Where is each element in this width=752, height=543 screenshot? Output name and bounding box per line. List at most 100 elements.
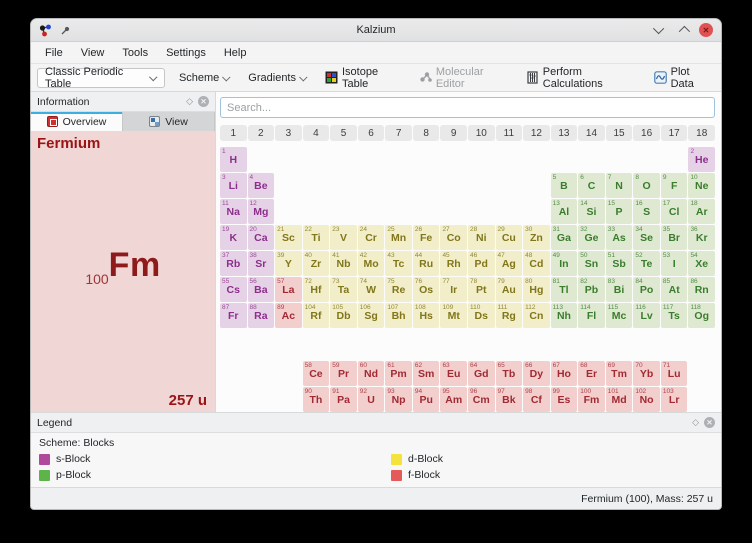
gradients-dropdown[interactable]: Gradients [244,70,311,86]
element-cell-F[interactable]: 9F [661,173,688,198]
element-cell-V[interactable]: 23V [330,225,357,250]
element-cell-Lr[interactable]: 103Lr [661,387,688,412]
element-cell-Sr[interactable]: 38Sr [248,251,275,276]
element-cell-Ts[interactable]: 117Ts [661,303,688,328]
element-cell-In[interactable]: 49In [551,251,578,276]
tab-view[interactable]: View [123,112,215,131]
element-cell-Mt[interactable]: 109Mt [440,303,467,328]
element-cell-Br[interactable]: 35Br [661,225,688,250]
element-cell-Sm[interactable]: 62Sm [413,361,440,386]
element-cell-Sn[interactable]: 50Sn [578,251,605,276]
element-cell-Pd[interactable]: 46Pd [468,251,495,276]
element-cell-Ag[interactable]: 47Ag [496,251,523,276]
element-cell-Mo[interactable]: 42Mo [358,251,385,276]
element-cell-I[interactable]: 53I [661,251,688,276]
element-cell-Rn[interactable]: 86Rn [688,277,715,302]
element-cell-Re[interactable]: 75Re [385,277,412,302]
element-cell-Np[interactable]: 93Np [385,387,412,412]
element-cell-Ni[interactable]: 28Ni [468,225,495,250]
element-cell-Cd[interactable]: 48Cd [523,251,550,276]
element-cell-Fl[interactable]: 114Fl [578,303,605,328]
element-cell-Be[interactable]: 4Be [248,173,275,198]
element-cell-Sb[interactable]: 51Sb [606,251,633,276]
element-cell-Se[interactable]: 34Se [633,225,660,250]
element-cell-Lu[interactable]: 71Lu [661,361,688,386]
element-cell-Ds[interactable]: 110Ds [468,303,495,328]
element-cell-C[interactable]: 6C [578,173,605,198]
isotope-table-button[interactable]: Isotope Table [321,64,405,92]
element-cell-Mc[interactable]: 115Mc [606,303,633,328]
element-cell-Co[interactable]: 27Co [440,225,467,250]
close-button[interactable]: ✕ [699,23,713,37]
menu-item-help[interactable]: Help [216,45,255,61]
element-cell-H[interactable]: 1H [220,147,247,172]
element-cell-Zr[interactable]: 40Zr [303,251,330,276]
element-cell-Yb[interactable]: 70Yb [633,361,660,386]
element-cell-Hf[interactable]: 72Hf [303,277,330,302]
scheme-dropdown[interactable]: Scheme [175,70,234,86]
menu-item-tools[interactable]: Tools [114,45,156,61]
element-cell-Pb[interactable]: 82Pb [578,277,605,302]
element-cell-Ga[interactable]: 31Ga [551,225,578,250]
element-cell-Cm[interactable]: 96Cm [468,387,495,412]
element-cell-Pt[interactable]: 78Pt [468,277,495,302]
element-cell-Nd[interactable]: 60Nd [358,361,385,386]
element-cell-Md[interactable]: 101Md [606,387,633,412]
element-cell-Sc[interactable]: 21Sc [275,225,302,250]
element-cell-Fm[interactable]: 100Fm [578,387,605,412]
element-cell-Bh[interactable]: 107Bh [385,303,412,328]
element-cell-Cs[interactable]: 55Cs [220,277,247,302]
element-cell-Ge[interactable]: 32Ge [578,225,605,250]
element-cell-Si[interactable]: 14Si [578,199,605,224]
element-cell-Ne[interactable]: 10Ne [688,173,715,198]
element-cell-Rg[interactable]: 111Rg [496,303,523,328]
element-cell-Eu[interactable]: 63Eu [440,361,467,386]
element-cell-Fr[interactable]: 87Fr [220,303,247,328]
element-cell-Au[interactable]: 79Au [496,277,523,302]
element-cell-Db[interactable]: 105Db [330,303,357,328]
tab-overview[interactable]: Overview [31,112,123,131]
element-cell-Cu[interactable]: 29Cu [496,225,523,250]
element-cell-Hg[interactable]: 80Hg [523,277,550,302]
element-cell-Ar[interactable]: 18Ar [688,199,715,224]
element-cell-Na[interactable]: 11Na [220,199,247,224]
element-cell-La[interactable]: 57La [275,277,302,302]
element-cell-Tc[interactable]: 43Tc [385,251,412,276]
element-cell-Bi[interactable]: 83Bi [606,277,633,302]
element-cell-Ba[interactable]: 56Ba [248,277,275,302]
title-bar[interactable]: Kalzium ✕ [31,19,721,42]
element-cell-Ir[interactable]: 77Ir [440,277,467,302]
element-cell-Fe[interactable]: 26Fe [413,225,440,250]
element-cell-Tl[interactable]: 81Tl [551,277,578,302]
element-cell-Pr[interactable]: 59Pr [330,361,357,386]
plot-data-button[interactable]: Plot Data [650,64,715,92]
element-cell-Ce[interactable]: 58Ce [303,361,330,386]
element-cell-N[interactable]: 7N [606,173,633,198]
element-cell-Pa[interactable]: 91Pa [330,387,357,412]
element-cell-Lv[interactable]: 116Lv [633,303,660,328]
molecular-editor-button[interactable]: Molecular Editor [415,64,512,92]
element-cell-Ru[interactable]: 44Ru [413,251,440,276]
minimize-button[interactable] [653,23,667,37]
menu-item-settings[interactable]: Settings [158,45,214,61]
element-cell-Gd[interactable]: 64Gd [468,361,495,386]
search-input[interactable] [220,97,715,118]
element-cell-Cl[interactable]: 17Cl [661,199,688,224]
element-cell-Ca[interactable]: 20Ca [248,225,275,250]
pin-icon[interactable] [59,24,72,37]
element-cell-Kr[interactable]: 36Kr [688,225,715,250]
element-cell-Es[interactable]: 99Es [551,387,578,412]
element-cell-At[interactable]: 85At [661,277,688,302]
element-cell-Er[interactable]: 68Er [578,361,605,386]
element-cell-Sg[interactable]: 106Sg [358,303,385,328]
table-type-select[interactable]: Classic Periodic Table [37,68,165,88]
element-cell-Li[interactable]: 3Li [220,173,247,198]
element-cell-As[interactable]: 33As [606,225,633,250]
element-cell-Nb[interactable]: 41Nb [330,251,357,276]
element-cell-Th[interactable]: 90Th [303,387,330,412]
maximize-button[interactable] [676,23,690,37]
close-panel-icon[interactable]: ✕ [704,417,715,428]
float-panel-icon[interactable]: ◇ [186,96,193,107]
element-cell-Cr[interactable]: 24Cr [358,225,385,250]
element-cell-Ta[interactable]: 73Ta [330,277,357,302]
